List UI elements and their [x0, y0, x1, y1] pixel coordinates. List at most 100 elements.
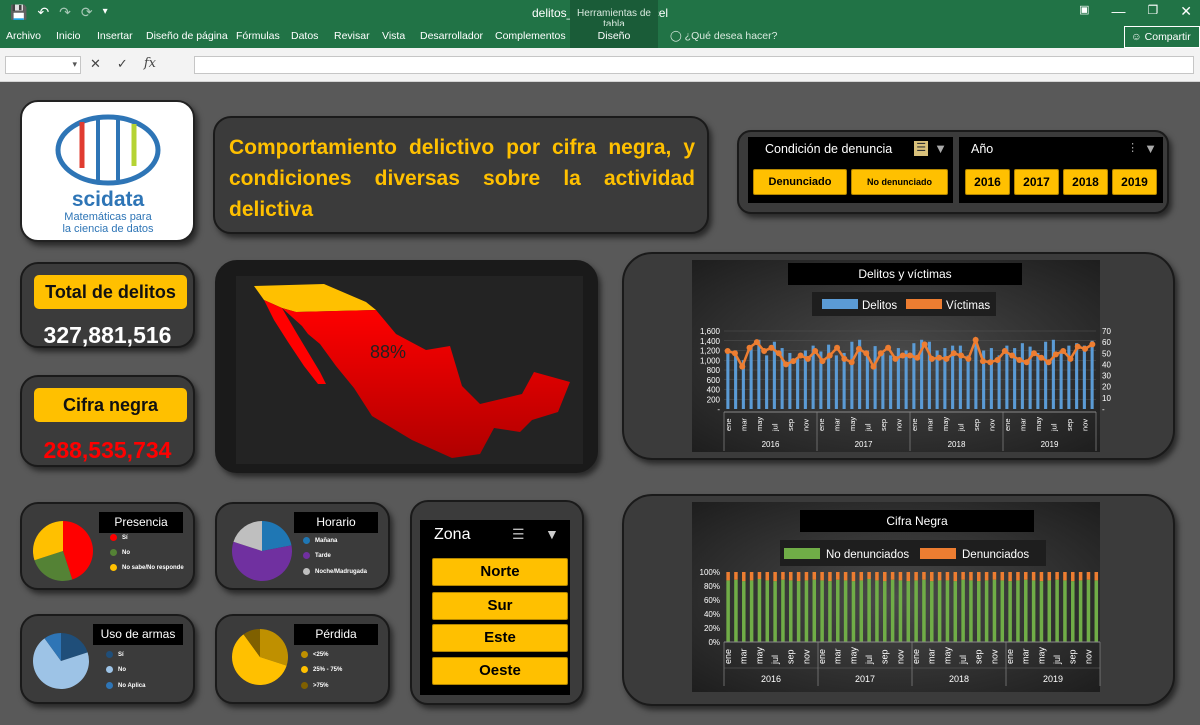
legend-label: Sí	[122, 534, 128, 541]
pie-horario-title: Horario	[294, 512, 378, 533]
formula-input[interactable]	[194, 56, 1194, 74]
point-victimas	[1009, 352, 1016, 359]
clear-filter-icon[interactable]: ▼	[1144, 141, 1157, 156]
bar-delitos	[974, 338, 978, 409]
chart-title: Delitos y víctimas	[858, 267, 951, 281]
slicer-option-norte[interactable]: Norte	[432, 558, 568, 586]
kpi-total-label: Total de delitos	[34, 275, 187, 309]
cancel-icon[interactable]: ✕	[90, 56, 101, 72]
slicer-option-sur[interactable]: Sur	[432, 592, 568, 620]
x-month-label: nov	[989, 649, 999, 664]
tab-inicio[interactable]: Inicio	[56, 30, 81, 42]
tab-datos[interactable]: Datos	[291, 30, 318, 42]
bar-denunciados	[789, 572, 793, 581]
pie-horario-panel: Horario Mañana Tarde Noche/Madrugada	[215, 502, 390, 590]
point-victimas	[928, 355, 935, 362]
y-tick-label: -	[717, 405, 720, 414]
slicer-option-oeste[interactable]: Oeste	[432, 657, 568, 685]
bar-delitos	[1005, 345, 1009, 409]
clear-filter-icon[interactable]: ▼	[545, 526, 559, 542]
legend-perdida-low: <25%	[301, 651, 329, 658]
slicer-option-2017[interactable]: 2017	[1014, 169, 1059, 195]
multi-select-icon[interactable]: ☰	[512, 526, 525, 543]
enter-icon[interactable]: ✓	[117, 56, 128, 72]
slicer-option-2016[interactable]: 2016	[965, 169, 1010, 195]
point-victimas	[914, 354, 921, 361]
slicer-anio-icons: ⋮ ▼	[1127, 141, 1157, 156]
bar-denunciados	[945, 572, 950, 581]
x-year-label: 2019	[1041, 440, 1059, 449]
bar-no-denunciados	[1024, 579, 1028, 642]
map-area: 88%	[236, 276, 583, 464]
point-victimas	[790, 358, 797, 365]
point-victimas	[855, 345, 862, 352]
legend-label: 25% - 75%	[313, 666, 343, 673]
bar-denunciados	[930, 572, 934, 582]
point-victimas	[1060, 348, 1067, 355]
tab-diseno[interactable]: Diseño	[570, 26, 658, 48]
slicer-option-denunciado[interactable]: Denunciado	[753, 169, 847, 195]
x-month-label: may	[755, 417, 764, 431]
restore-icon[interactable]: ❐	[1148, 3, 1159, 20]
slicer-condicion: Condición de denuncia ☰ ▼ Denunciado No …	[748, 137, 953, 203]
bar-no-denunciados	[1008, 581, 1012, 642]
slicer-option-este[interactable]: Este	[432, 624, 568, 652]
x-month-label: ene	[817, 418, 826, 431]
slicer-option-no-denunciado[interactable]: No denunciado	[851, 169, 948, 195]
ribbon-display-icon[interactable]: ▣	[1079, 3, 1089, 20]
bar-denunciados	[796, 572, 801, 582]
bar-delitos	[1059, 350, 1063, 409]
bar-denunciados	[726, 572, 730, 581]
share-label: Compartir	[1144, 31, 1191, 43]
tab-insertar[interactable]: Insertar	[97, 30, 133, 42]
tab-vista[interactable]: Vista	[382, 30, 405, 42]
x-month-label: jul	[770, 655, 780, 665]
share-button[interactable]: ☺ Compartir	[1124, 26, 1200, 48]
bar-no-denunciados	[742, 581, 746, 642]
slicer-condicion-title: Condición de denuncia	[765, 142, 893, 156]
slicer-option-2018[interactable]: 2018	[1063, 169, 1108, 195]
chart-title: Cifra Negra	[886, 514, 948, 528]
name-box[interactable]: ▾	[5, 56, 81, 74]
bar-delitos	[1036, 352, 1040, 409]
legend-perdida-high: >75%	[301, 682, 329, 689]
close-icon[interactable]: ✕	[1180, 3, 1192, 20]
x-month-label: may	[942, 646, 952, 664]
function-icon[interactable]: fx	[144, 56, 156, 72]
slicer-condicion-icons: ☰ ▼	[914, 141, 947, 156]
tab-archivo[interactable]: Archivo	[6, 30, 41, 42]
bar-denunciados	[1016, 572, 1020, 581]
point-victimas	[841, 355, 848, 362]
multi-select-icon[interactable]: ⋮	[1127, 141, 1138, 156]
bar-no-denunciados	[945, 580, 950, 642]
y-tick-label: 100%	[700, 568, 720, 577]
bar-no-denunciados	[859, 580, 864, 642]
point-victimas	[943, 355, 950, 362]
tab-desarrollador[interactable]: Desarrollador	[420, 30, 483, 42]
legend-label: Sí	[118, 651, 124, 658]
clear-filter-icon[interactable]: ▼	[934, 141, 947, 156]
slicer-option-2019[interactable]: 2019	[1112, 169, 1157, 195]
tab-formulas[interactable]: Fórmulas	[236, 30, 280, 42]
bar-delitos	[881, 352, 885, 409]
bar-no-denunciados	[922, 579, 926, 642]
y-tick-label: 1,600	[700, 327, 721, 336]
x-month-label: mar	[739, 648, 749, 664]
slicer-zona-title: Zona	[434, 526, 471, 543]
y-tick-label: 200	[707, 395, 721, 404]
tab-complementos[interactable]: Complementos	[495, 30, 566, 42]
tell-me-box[interactable]: ◯ ¿Qué desea hacer?	[670, 30, 777, 42]
bar-denunciados	[836, 572, 840, 580]
tab-diseno-pagina[interactable]: Diseño de página	[146, 30, 228, 42]
chart-delitos-panel: Delitos y víctimas Delitos Víctimas -200 400…	[622, 252, 1175, 460]
point-victimas	[783, 361, 789, 368]
legend-dot	[110, 564, 117, 571]
minimize-icon[interactable]: —	[1112, 3, 1126, 20]
x-month-label: ene	[1003, 418, 1012, 431]
legend-dot	[110, 549, 117, 556]
chevron-down-icon[interactable]: ▾	[72, 59, 77, 70]
tab-revisar[interactable]: Revisar	[334, 30, 370, 42]
multi-select-icon[interactable]: ☰	[914, 141, 929, 156]
kpi-total-value: 327,881,516	[43, 322, 172, 348]
bar-denunciados	[1071, 572, 1075, 582]
